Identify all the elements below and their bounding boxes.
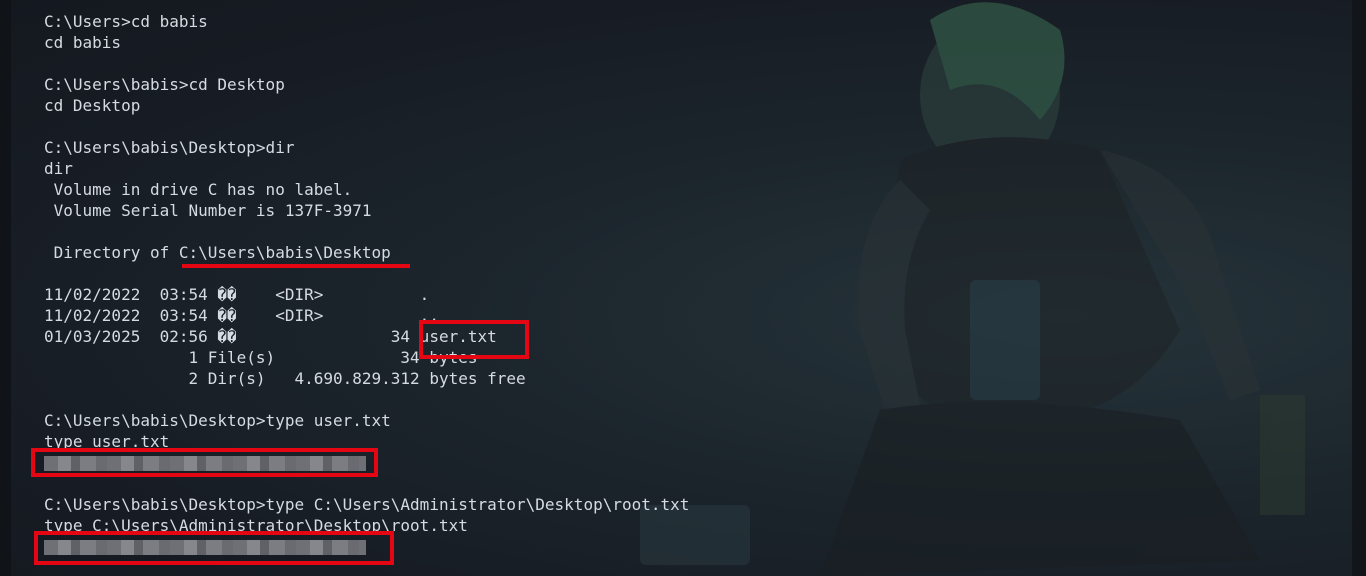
terminal-line: Volume Serial Number is 137F-3971 (44, 201, 372, 220)
terminal-line: Directory of C:\Users\babis\Desktop (44, 243, 391, 262)
terminal-line: 11/02/2022 03:54 �� <DIR> .. (44, 306, 439, 325)
terminal-line: 01/03/2025 02:56 �� 34 user.txt (44, 327, 497, 346)
terminal-line: 11/02/2022 03:54 �� <DIR> . (44, 285, 430, 304)
root-flag-highlight-box (34, 531, 394, 565)
directory-path-underline (182, 264, 410, 268)
terminal-line: 1 File(s) 34 bytes (44, 348, 478, 367)
terminal-line: C:\Users\babis\Desktop>dir (44, 138, 295, 157)
terminal-window[interactable]: C:\Users>cd babis cd babis C:\Users\babis>… (0, 0, 1366, 576)
terminal-line: C:\Users>cd babis (44, 12, 208, 31)
terminal-line: C:\Users\babis>cd Desktop (44, 75, 285, 94)
terminal-line: cd babis (44, 33, 122, 52)
right-border (1352, 0, 1366, 576)
terminal-line: C:\Users\babis\Desktop>type C:\Users\Adm… (44, 495, 690, 514)
user-txt-highlight-box (419, 320, 529, 359)
terminal-line: Volume in drive C has no label. (44, 180, 353, 199)
terminal-line: 2 Dir(s) 4.690.829.312 bytes free (44, 369, 526, 388)
terminal-line: C:\Users\babis\Desktop>type user.txt (44, 411, 391, 430)
terminal-line: dir (44, 159, 73, 178)
terminal-line: cd Desktop (44, 96, 141, 115)
user-flag-highlight-box (31, 448, 378, 477)
left-border (0, 0, 11, 576)
